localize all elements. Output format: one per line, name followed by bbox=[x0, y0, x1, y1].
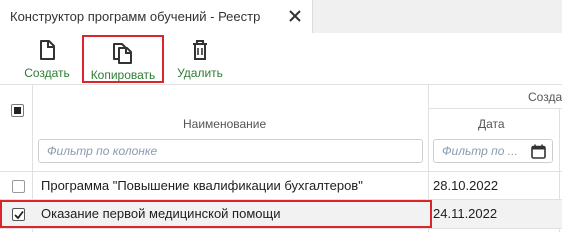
tab-registry[interactable]: Конструктор программ обучений - Реестр bbox=[0, 0, 313, 33]
trash-icon bbox=[193, 40, 207, 60]
tab-title: Конструктор программ обучений - Реестр bbox=[10, 9, 261, 24]
copy-button[interactable]: Копировать bbox=[82, 35, 164, 83]
tab-bar: Конструктор программ обучений - Реестр bbox=[0, 0, 562, 33]
create-button[interactable]: Создать bbox=[20, 35, 74, 83]
row-checkbox[interactable] bbox=[12, 180, 25, 193]
select-all-checkbox[interactable] bbox=[11, 104, 24, 117]
column-header-name[interactable]: Наименование bbox=[183, 117, 266, 131]
name-filter-input[interactable] bbox=[39, 140, 422, 162]
delete-label: Удалить bbox=[177, 66, 223, 80]
toolbar: Создать Копировать Удалить bbox=[0, 33, 562, 84]
create-label: Создать bbox=[24, 66, 70, 80]
column-header-date[interactable]: Дата bbox=[478, 117, 505, 131]
cell-date: 24.11.2022 bbox=[433, 206, 498, 221]
close-icon[interactable] bbox=[287, 8, 303, 24]
delete-button[interactable]: Удалить bbox=[172, 35, 228, 83]
registry-grid: Созда Наименование Дата Программа "Повыш… bbox=[0, 84, 562, 232]
header-group-row: Созда bbox=[0, 84, 562, 108]
indeterminate-mark bbox=[14, 107, 21, 114]
selected-row-highlight bbox=[0, 200, 432, 228]
copy-icon bbox=[113, 43, 132, 64]
row-divider bbox=[0, 228, 562, 229]
cell-name: Программа "Повышение квалификации бухгал… bbox=[41, 178, 363, 193]
date-filter[interactable] bbox=[433, 139, 553, 163]
calendar-icon[interactable] bbox=[531, 144, 546, 159]
group-header-created: Созда bbox=[528, 90, 562, 104]
cell-date: 28.10.2022 bbox=[433, 178, 499, 193]
copy-label: Копировать bbox=[90, 68, 156, 82]
new-document-icon bbox=[40, 40, 55, 60]
divider bbox=[428, 108, 562, 109]
name-filter[interactable] bbox=[38, 139, 423, 163]
table-row[interactable]: Программа "Повышение квалификации бухгал… bbox=[0, 172, 562, 199]
